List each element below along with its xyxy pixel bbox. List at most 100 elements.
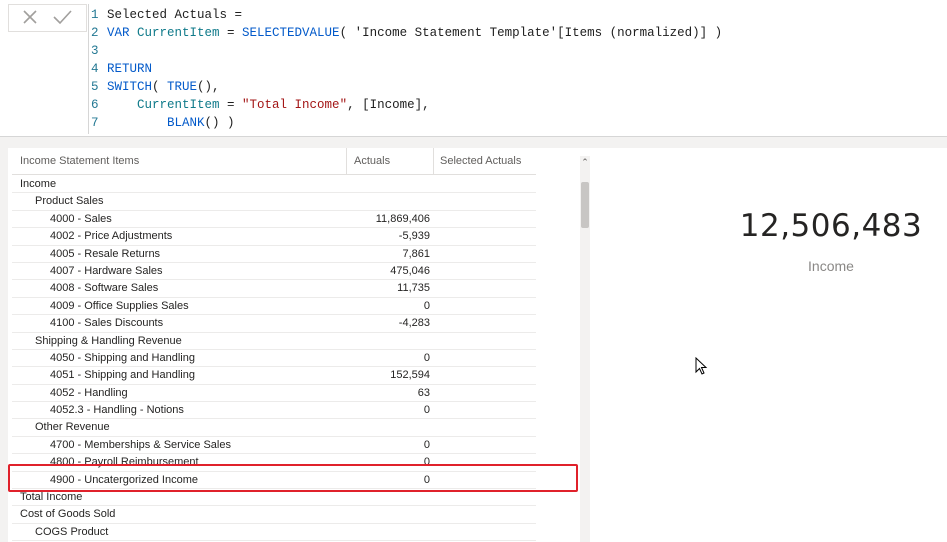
income-card: 12,506,483 Income xyxy=(598,148,947,542)
actuals-cell: 7,861 xyxy=(402,247,430,260)
table-row[interactable]: Income xyxy=(12,176,536,194)
code-token: SWITCH xyxy=(107,80,153,94)
scroll-up-icon[interactable]: ⌃ xyxy=(580,156,590,168)
code-line[interactable]: 1 Selected Actuals = xyxy=(89,6,242,24)
row-label: 4002 - Price Adjustments xyxy=(50,230,173,243)
mouse-cursor-icon xyxy=(695,357,708,375)
actuals-cell: 63 xyxy=(417,386,430,399)
table-row[interactable]: 4052 - Handling 63 xyxy=(12,385,536,403)
checkmark-icon xyxy=(53,10,72,25)
row-label: 4700 - Memberships & Service Sales xyxy=(50,438,231,451)
table-row[interactable]: Cost of Goods Sold xyxy=(12,506,536,524)
code-line[interactable]: 3 xyxy=(89,42,107,60)
code-token: () ) xyxy=(204,116,235,130)
row-label: 4007 - Hardware Sales xyxy=(50,264,163,277)
code-line[interactable]: 2 VAR CurrentItem = SELECTEDVALUE( 'Incom… xyxy=(89,24,722,42)
table-row[interactable]: 4005 - Resale Returns 7,861 xyxy=(12,246,536,263)
line-number: 7 xyxy=(91,116,99,130)
actuals-cell: 0 xyxy=(423,404,430,417)
card-value: 12,506,483 xyxy=(739,208,923,244)
dax-formula-editor[interactable]: 1 Selected Actuals = 2 VAR CurrentItem = SE… xyxy=(88,4,947,134)
code-token: = xyxy=(219,26,243,40)
row-label: Product Sales xyxy=(35,195,104,208)
actuals-cell: 0 xyxy=(423,351,430,364)
row-label: 4100 - Sales Discounts xyxy=(50,317,164,330)
code-token: ( 'Income Statement Template'[Items (nor… xyxy=(339,26,723,40)
header-actuals[interactable]: Actuals xyxy=(354,148,390,174)
table-row[interactable]: 4052.3 - Handling - Notions 0 xyxy=(12,402,536,420)
row-label: 4052.3 - Handling - Notions xyxy=(50,404,184,417)
row-label: 4050 - Shipping and Handling xyxy=(50,351,195,364)
code-token: SELECTEDVALUE xyxy=(242,26,340,40)
scroll-thumb[interactable] xyxy=(581,182,589,228)
code-token: "Total Income" xyxy=(242,98,348,112)
row-label: Shipping & Handling Revenue xyxy=(35,334,182,347)
matrix-header: Income Statement Items Actuals Selected … xyxy=(12,148,536,175)
table-row[interactable]: 4051 - Shipping and Handling 152,594 xyxy=(12,367,536,385)
table-row[interactable]: Product Sales xyxy=(12,193,536,211)
row-label: 4000 - Sales xyxy=(50,212,112,225)
table-row[interactable]: Shipping & Handling Revenue xyxy=(12,333,536,350)
code-token: RETURN xyxy=(107,62,153,76)
actuals-cell: 11,869,406 xyxy=(375,212,430,225)
code-token: VAR xyxy=(107,26,138,40)
row-label: Cost of Goods Sold xyxy=(20,508,116,521)
actuals-cell: 0 xyxy=(423,438,430,451)
code-token: ( xyxy=(152,80,168,94)
code-line[interactable]: 7 BLANK() ) xyxy=(89,114,235,132)
table-row[interactable]: 4008 - Software Sales 11,735 xyxy=(12,280,536,298)
code-token: CurrentItem xyxy=(137,26,220,40)
table-row[interactable]: 4000 - Sales 11,869,406 xyxy=(12,211,536,229)
row-label: 4051 - Shipping and Handling xyxy=(50,369,195,382)
line-number: 2 xyxy=(91,26,99,40)
header-income-statement-items[interactable]: Income Statement Items xyxy=(20,148,139,174)
row-label: 4008 - Software Sales xyxy=(50,282,159,295)
line-number: 4 xyxy=(91,62,99,76)
total-income-highlight xyxy=(8,464,578,492)
column-divider xyxy=(433,148,434,174)
line-number: 5 xyxy=(91,80,99,94)
actuals-cell: 11,735 xyxy=(397,282,430,295)
row-label: Income xyxy=(20,178,57,190)
commit-formula-button[interactable] xyxy=(47,7,77,29)
actuals-cell: 152,594 xyxy=(390,369,430,382)
table-row[interactable]: 4100 - Sales Discounts -4,283 xyxy=(12,315,536,333)
row-label: COGS Product xyxy=(35,525,109,538)
line-number: 1 xyxy=(91,8,99,22)
formula-actions xyxy=(8,4,87,32)
line-number: 6 xyxy=(91,98,99,112)
table-row[interactable]: Other Revenue xyxy=(12,419,536,437)
code-token: TRUE xyxy=(167,80,198,94)
code-line[interactable]: 4 RETURN xyxy=(89,60,152,78)
table-row[interactable]: 4700 - Memberships & Service Sales 0 xyxy=(12,437,536,455)
actuals-cell: -5,939 xyxy=(398,230,430,243)
actuals-cell: 475,046 xyxy=(390,264,430,277)
code-token: = xyxy=(219,98,243,112)
code-token: CurrentItem xyxy=(137,98,220,112)
code-line[interactable]: 5 SWITCH( TRUE(), xyxy=(89,78,220,96)
actuals-cell: 0 xyxy=(423,299,430,312)
row-label: Other Revenue xyxy=(35,421,110,434)
table-row[interactable]: 4002 - Price Adjustments -5,939 xyxy=(12,228,536,246)
row-label: 4009 - Office Supplies Sales xyxy=(50,299,189,312)
code-token: BLANK xyxy=(167,116,205,130)
row-label: 4005 - Resale Returns xyxy=(50,247,161,260)
vertical-scrollbar[interactable]: ⌃ xyxy=(580,156,590,542)
table-row[interactable]: 4050 - Shipping and Handling 0 xyxy=(12,350,536,368)
cancel-formula-button[interactable] xyxy=(15,7,45,29)
code-line[interactable]: 6 CurrentItem = "Total Income", [Income]… xyxy=(89,96,430,114)
table-row[interactable]: 4009 - Office Supplies Sales 0 xyxy=(12,298,536,316)
table-row[interactable]: 4007 - Hardware Sales 475,046 xyxy=(12,263,536,281)
header-selected-actuals[interactable]: Selected Actuals xyxy=(440,148,521,174)
row-label: 4052 - Handling xyxy=(50,386,128,399)
table-row[interactable]: COGS Product xyxy=(12,524,536,542)
code-token: Selected Actuals = xyxy=(107,8,243,22)
code-token: , [Income], xyxy=(347,98,430,112)
column-divider xyxy=(346,148,347,174)
x-icon xyxy=(23,10,37,24)
line-number: 3 xyxy=(91,44,99,58)
card-label: Income xyxy=(808,258,854,274)
code-token: (), xyxy=(197,80,220,94)
